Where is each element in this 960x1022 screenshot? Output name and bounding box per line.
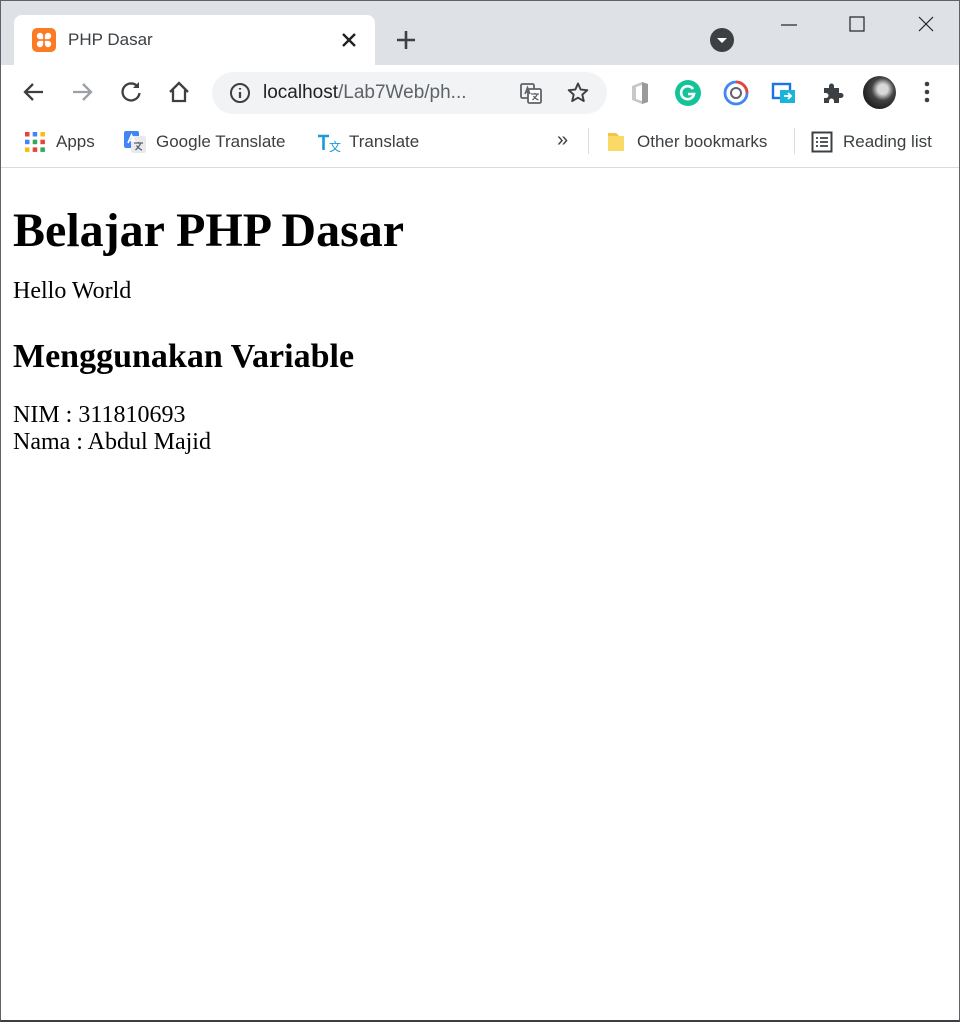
nim-line: NIM : 311810693 [13, 402, 186, 428]
profile-avatar[interactable] [863, 76, 896, 109]
page-heading: Belajar PHP Dasar [13, 204, 405, 257]
bookmark-reading-list[interactable]: Reading list [811, 128, 932, 156]
grammarly-extension-icon[interactable] [674, 79, 702, 107]
student-info: NIM : 311810693 Nama : Abdul Majid [13, 402, 959, 456]
extensions-puzzle-icon[interactable] [819, 79, 847, 107]
nama-line: Nama : Abdul Majid [13, 429, 211, 455]
more-bookmarks-chevron[interactable]: » [557, 129, 568, 152]
tab-php-dasar[interactable]: PHP Dasar [14, 15, 375, 65]
minimize-icon[interactable] [766, 5, 812, 45]
menu-kebab-icon[interactable] [914, 79, 940, 105]
bookmarks-divider [588, 128, 589, 154]
folder-icon [605, 131, 627, 153]
screenshot-extension-icon[interactable] [770, 79, 798, 107]
tab-strip: PHP Dasar [1, 1, 959, 65]
section-heading: Menggunakan Variable [13, 338, 355, 375]
browser-window: PHP Dasar localhost/Lab7Web/ph... Apps G… [0, 0, 960, 1022]
reading-list-icon [811, 131, 833, 153]
tab-title: PHP Dasar [68, 30, 153, 49]
xampp-icon [32, 28, 56, 52]
svg-text:文: 文 [329, 139, 341, 153]
apps-grid-icon [24, 131, 46, 153]
translate-icon: 文 [317, 131, 341, 154]
close-window-icon[interactable] [903, 5, 949, 45]
hello-text: Hello World [13, 278, 132, 304]
maximize-icon[interactable] [834, 5, 880, 45]
bookmark-reading-list-label: Reading list [843, 132, 932, 151]
close-tab-icon[interactable] [338, 29, 360, 51]
sync-extension-icon[interactable] [722, 79, 750, 107]
bookmark-apps[interactable]: Apps [24, 128, 95, 156]
url-host: localhost [263, 82, 338, 103]
bookmark-translate-label: Translate [349, 132, 420, 151]
tab-search-icon[interactable] [710, 28, 734, 52]
bookmarks-divider [794, 128, 795, 154]
new-tab-icon[interactable] [393, 27, 419, 53]
bookmarks-bar: Apps Google Translate 文 Translate » Othe… [1, 120, 959, 168]
page-content: Belajar PHP Dasar Hello World Menggunaka… [1, 169, 959, 1020]
bookmark-google-translate-label: Google Translate [156, 132, 286, 151]
bookmark-star-icon[interactable] [566, 81, 590, 105]
forward-icon[interactable] [69, 79, 95, 105]
bookmark-apps-label: Apps [56, 132, 95, 151]
translate-page-icon[interactable] [519, 81, 543, 105]
back-icon[interactable] [21, 79, 47, 105]
url-text: localhost/Lab7Web/ph... [263, 82, 467, 104]
bookmark-other-bookmarks[interactable]: Other bookmarks [605, 128, 767, 156]
google-translate-icon [124, 131, 146, 153]
site-info-icon[interactable] [228, 81, 252, 105]
address-bar[interactable]: localhost/Lab7Web/ph... [212, 72, 607, 114]
browser-toolbar: localhost/Lab7Web/ph... [1, 65, 959, 120]
bookmark-other-bookmarks-label: Other bookmarks [637, 132, 768, 151]
home-icon[interactable] [166, 79, 192, 105]
bookmark-translate[interactable]: 文 Translate [317, 128, 419, 156]
bookmark-google-translate[interactable]: Google Translate [124, 128, 285, 156]
url-path: /Lab7Web/ph... [338, 82, 467, 103]
office-extension-icon[interactable] [626, 79, 654, 107]
reload-icon[interactable] [118, 79, 144, 105]
